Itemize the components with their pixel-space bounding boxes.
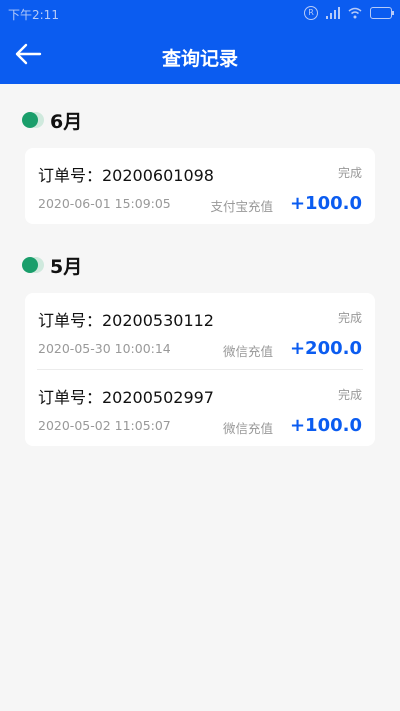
order-datetime: 2020-05-30 10:00:14 [38, 341, 171, 356]
order-datetime: 2020-05-02 11:05:07 [38, 418, 171, 433]
section-header-may: 5月 [22, 253, 83, 278]
status-time: 下午2:11 [8, 8, 59, 22]
month-dot-icon [22, 257, 44, 273]
nav-bar: 查询记录 [0, 28, 400, 84]
month-title: 6月 [50, 110, 83, 133]
signal-icon [326, 7, 340, 19]
status-bar: 下午2:11 R [0, 0, 400, 28]
month-dot-icon [22, 112, 44, 128]
battery-icon [370, 7, 394, 19]
order-number: 订单号：20200502997 [38, 388, 214, 407]
orders-card-may: 订单号：20200530112 完成 2020-05-30 10:00:14 微… [25, 293, 375, 446]
status-icons: R [304, 6, 394, 20]
month-title: 5月 [50, 255, 83, 278]
order-item[interactable]: 订单号：20200601098 完成 2020-06-01 15:09:05 支… [37, 148, 363, 224]
order-status: 完成 [337, 311, 362, 325]
page-title: 查询记录 [161, 48, 238, 70]
payment-method: 微信充值 [222, 421, 273, 436]
order-datetime: 2020-06-01 15:09:05 [38, 196, 171, 211]
r-badge-icon: R [304, 6, 318, 20]
order-item[interactable]: 订单号：20200530112 完成 2020-05-30 10:00:14 微… [37, 293, 363, 369]
order-status: 完成 [337, 388, 362, 402]
payment-method: 支付宝充值 [210, 199, 273, 214]
order-number: 订单号：20200601098 [38, 166, 214, 185]
order-status: 完成 [337, 166, 362, 180]
order-amount: +200.0 [289, 338, 362, 359]
order-amount: +100.0 [289, 415, 362, 436]
orders-card-june: 订单号：20200601098 完成 2020-06-01 15:09:05 支… [25, 148, 375, 224]
order-number: 订单号：20200530112 [38, 311, 214, 330]
order-item[interactable]: 订单号：20200502997 完成 2020-05-02 11:05:07 微… [37, 369, 363, 446]
section-header-june: 6月 [22, 108, 83, 133]
order-amount: +100.0 [289, 193, 362, 214]
wifi-icon [348, 7, 362, 19]
payment-method: 微信充值 [222, 344, 273, 359]
